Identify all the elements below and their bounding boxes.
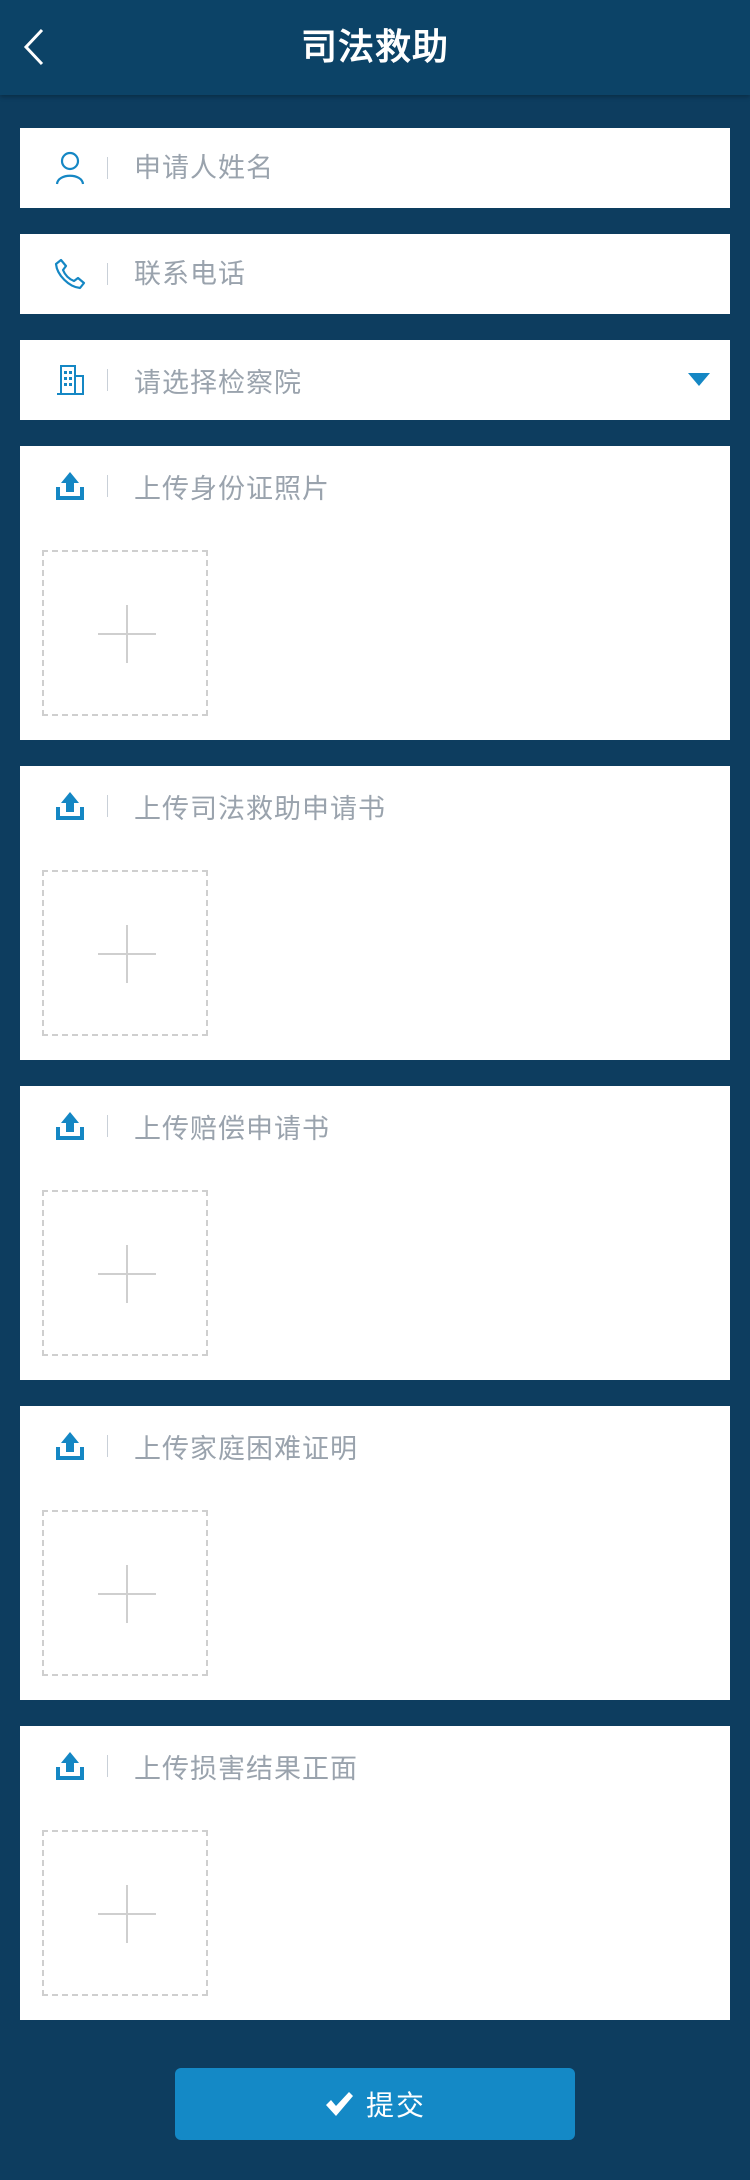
upload-label: 上传司法救助申请书	[134, 793, 386, 825]
upload-label: 上传赔偿申请书	[134, 1113, 330, 1145]
upload-icon	[56, 792, 84, 820]
header-bar: 司法救助	[0, 0, 750, 95]
upload-icon	[56, 1112, 84, 1140]
procuratorate-select[interactable]: 请选择检察院	[20, 340, 730, 420]
user-icon	[55, 151, 85, 185]
upload-damage-result-card: 上传损害结果正面	[20, 1726, 730, 2020]
add-image-button[interactable]	[42, 870, 208, 1036]
upload-hardship-proof-card: 上传家庭困难证明	[20, 1406, 730, 1700]
submit-label: 提交	[365, 2089, 426, 2122]
add-image-button[interactable]	[42, 1830, 208, 1996]
add-image-button[interactable]	[42, 1190, 208, 1356]
phone-field	[20, 234, 730, 314]
upload-label: 上传家庭困难证明	[134, 1433, 358, 1465]
phone-icon	[54, 258, 86, 290]
applicant-name-input[interactable]	[120, 137, 696, 199]
upload-label: 上传损害结果正面	[134, 1753, 358, 1785]
add-image-button[interactable]	[42, 550, 208, 716]
phone-input[interactable]	[120, 243, 696, 305]
add-image-button[interactable]	[42, 1510, 208, 1676]
upload-icon	[56, 1432, 84, 1460]
upload-icon	[56, 1752, 84, 1780]
name-field	[20, 128, 730, 208]
submit-button[interactable]: 提交	[175, 2068, 575, 2140]
page-title: 司法救助	[300, 27, 449, 68]
upload-label: 上传身份证照片	[134, 473, 330, 505]
building-icon	[57, 365, 84, 395]
upload-icon	[56, 472, 84, 500]
upload-id-photo-card: 上传身份证照片	[20, 446, 730, 740]
caret-down-icon[interactable]	[688, 373, 710, 386]
upload-compensation-application-card: 上传赔偿申请书	[20, 1086, 730, 1380]
upload-aid-application-card: 上传司法救助申请书	[20, 766, 730, 1060]
check-icon	[325, 2092, 353, 2116]
procuratorate-placeholder: 请选择检察院	[134, 367, 302, 399]
